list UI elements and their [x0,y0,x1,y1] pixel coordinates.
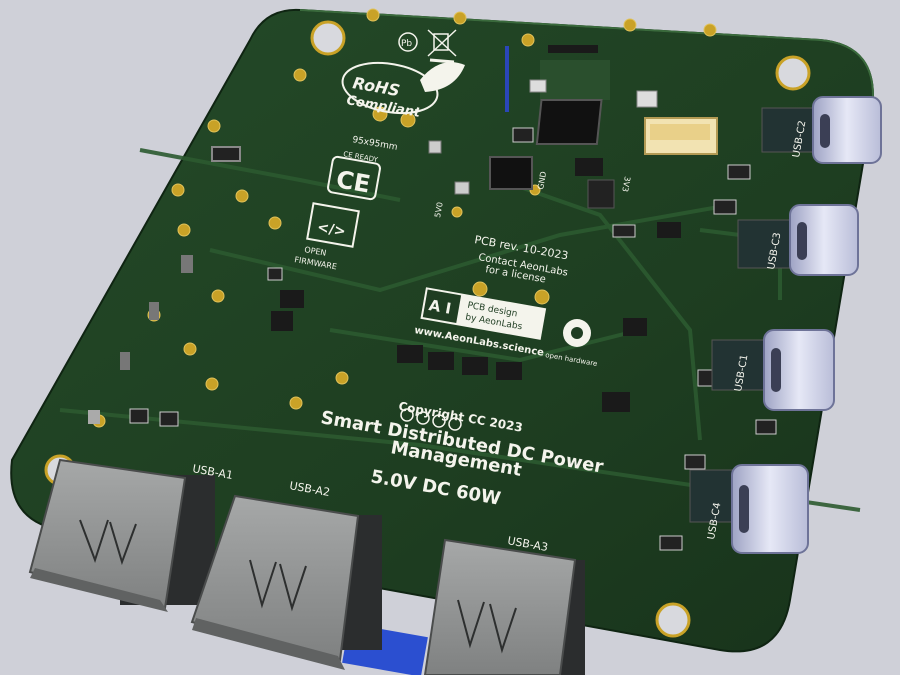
svg-text:A I: A I [427,296,452,318]
svg-text:Pb: Pb [401,39,412,49]
pcb-render: RoHS Compliant Pb 95x95mm CE READY CE </… [0,0,900,675]
usb-a-connector-a3 [423,538,585,675]
ce-mark-icon: CE [334,165,372,198]
usb-a-connector-a1 [28,458,215,612]
